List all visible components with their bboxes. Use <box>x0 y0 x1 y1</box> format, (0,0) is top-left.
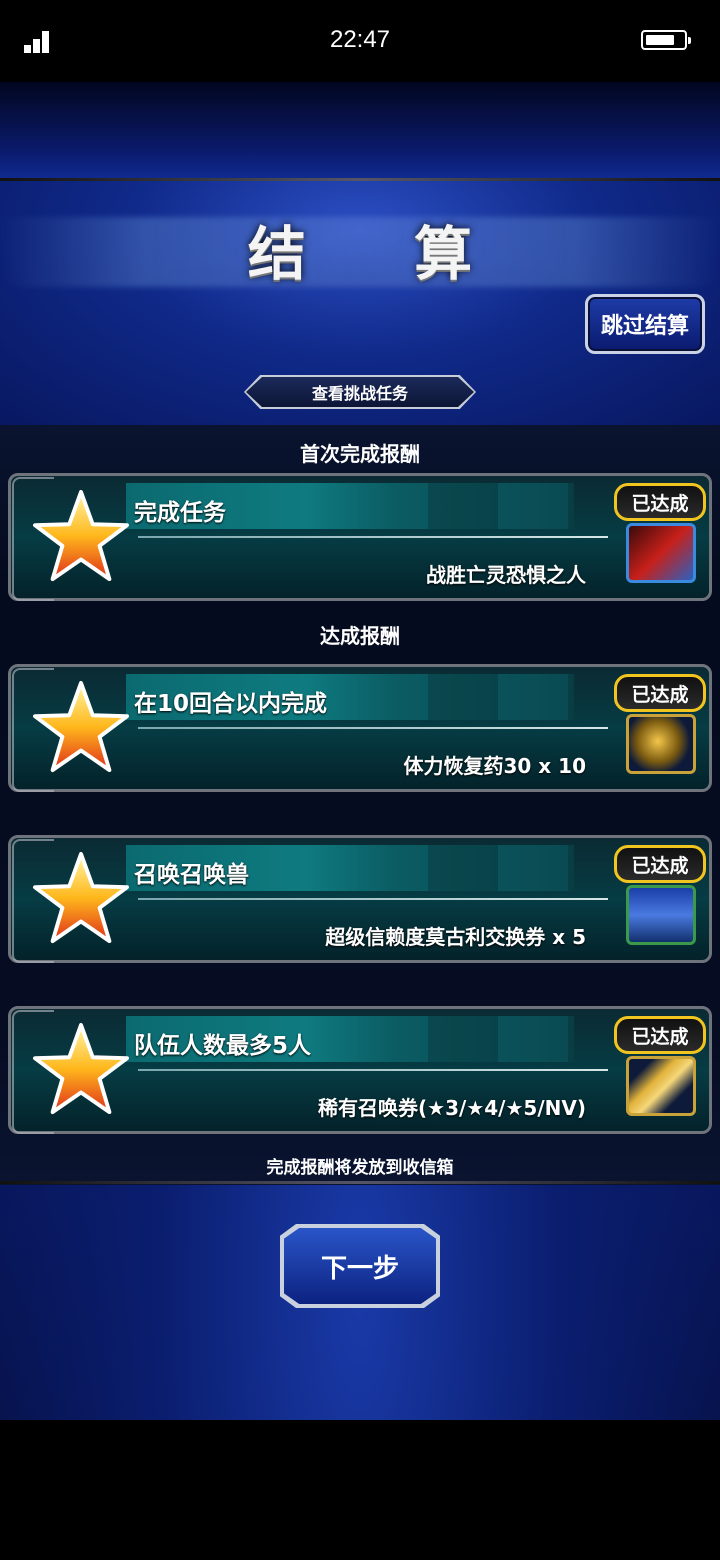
divider <box>0 1181 720 1184</box>
potion-icon <box>626 714 696 774</box>
star-icon <box>33 1022 129 1115</box>
status-bar: 22:47 <box>0 0 720 82</box>
task-name: 完成任务 <box>134 500 226 526</box>
achieved-badge: 已达成 <box>614 845 706 883</box>
game-screen: 结 算 跳过结算 查看挑战任务 首次完成报酬 完成任务 战胜亡灵恐惧之人 已达成… <box>0 82 720 1420</box>
task-name: 队伍人数最多5人 <box>134 1033 312 1059</box>
moogle-ticket-icon <box>626 885 696 945</box>
task-name: 在10回合以内完成 <box>134 691 328 717</box>
star-icon <box>33 851 129 944</box>
summon-ticket-icon <box>626 1056 696 1116</box>
task-reward: 超级信赖度莫古利交换券 x 5 <box>325 925 586 949</box>
next-step-button[interactable]: 下一步 <box>280 1224 440 1308</box>
task-reward: 战胜亡灵恐惧之人 <box>426 563 586 587</box>
next-step-label: 下一步 <box>320 1253 399 1284</box>
task-reward: 稀有召唤券(★3/★4/★5/NV) <box>318 1096 586 1120</box>
first-clear-heading: 首次完成报酬 <box>300 442 420 466</box>
task-reward: 体力恢复药30 x 10 <box>403 754 587 778</box>
task-name: 召唤召唤兽 <box>134 862 249 888</box>
top-band <box>0 82 720 178</box>
achieved-badge: 已达成 <box>614 1016 706 1054</box>
view-challenges-label: 查看挑战任务 <box>311 384 408 403</box>
skip-results-button[interactable]: 跳过结算 <box>585 294 705 354</box>
star-icon <box>33 489 129 582</box>
view-challenges-button[interactable]: 查看挑战任务 <box>244 375 476 409</box>
battery-icon <box>641 30 691 50</box>
task-card: 召唤召唤兽 超级信赖度莫古利交换券 x 5 已达成 <box>8 835 712 963</box>
page-title: 结 算 <box>247 220 517 288</box>
mailbox-note: 完成报酬将发放到收信箱 <box>266 1158 454 1178</box>
star-icon <box>33 680 129 773</box>
task-card: 完成任务 战胜亡灵恐惧之人 已达成 <box>8 473 712 601</box>
sword-slash-icon <box>626 523 696 583</box>
task-card: 在10回合以内完成 体力恢复药30 x 10 已达成 <box>8 664 712 792</box>
task-card: 队伍人数最多5人 稀有召唤券(★3/★4/★5/NV) 已达成 <box>8 1006 712 1134</box>
achieved-badge: 已达成 <box>614 674 706 712</box>
achievement-heading: 达成报酬 <box>320 624 400 648</box>
status-time: 22:47 <box>329 26 391 53</box>
achieved-badge: 已达成 <box>614 483 706 521</box>
bottom-bar <box>0 1420 720 1560</box>
